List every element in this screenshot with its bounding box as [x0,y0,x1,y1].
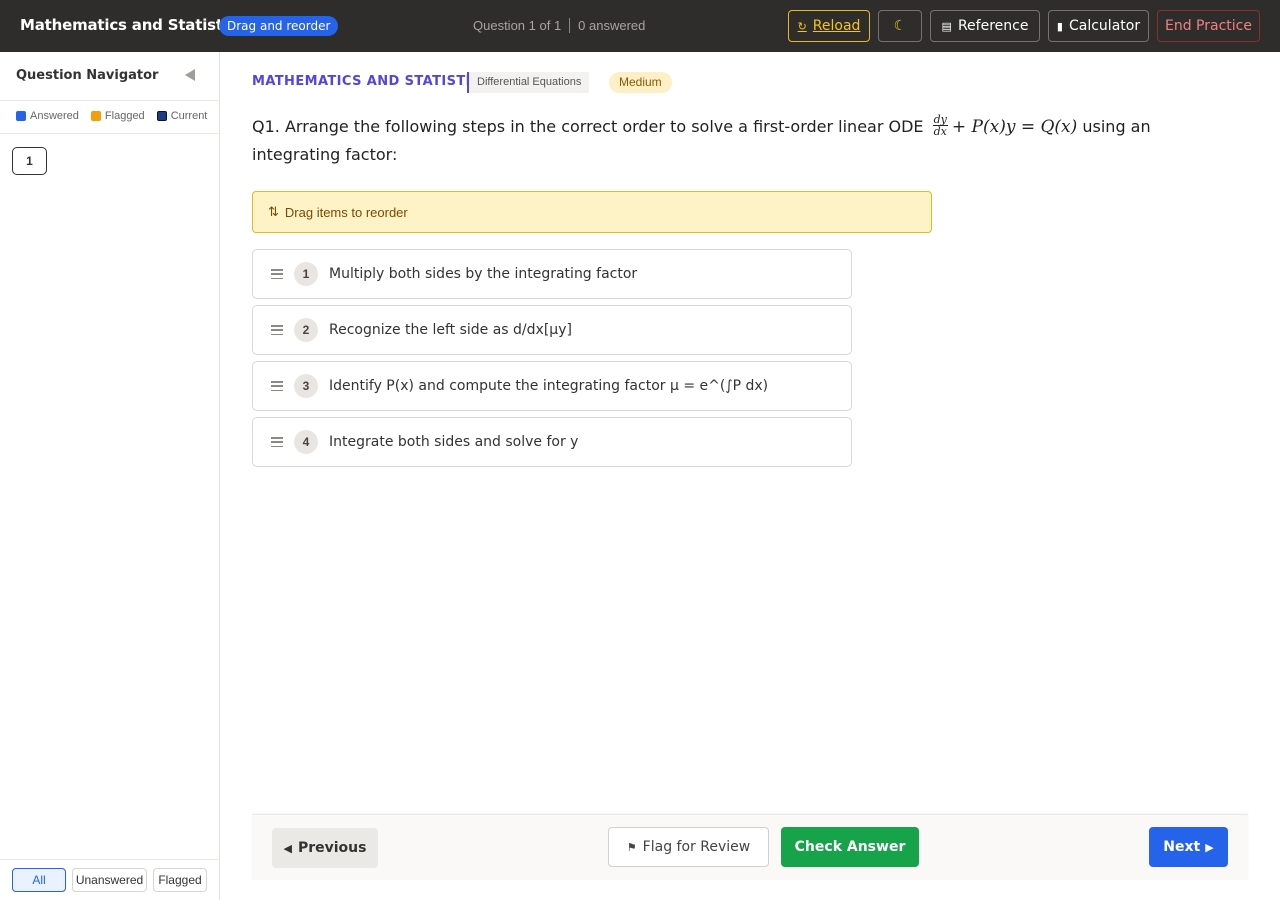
reorder-item[interactable]: 2 Recognize the left side as d/dx[μy] [252,305,852,355]
calculator-icon: ▮ [1056,19,1063,33]
item-index: 4 [294,430,318,454]
calculator-label: Calculator [1068,18,1141,34]
equation-text: + P(x)y = Q(x) [951,117,1078,137]
filter-all-button[interactable]: All [12,868,66,892]
reload-label: Reload [812,18,861,34]
flagged-swatch [90,111,101,121]
collapse-icon[interactable] [185,69,195,81]
check-answer-button[interactable]: Check Answer [781,827,919,867]
previous-button[interactable]: ◀ Previous [272,828,378,868]
divider [0,100,219,101]
theme-toggle-button[interactable]: ☾ [878,10,922,42]
top-bar: Mathematics and Statistics Drag and reor… [0,0,1280,52]
arrow-right-icon: ▶ [1205,840,1214,854]
legend-flagged-label: Flagged [104,110,145,122]
filter-flagged-button[interactable]: Flagged [153,868,207,892]
reorder-icon: ⇅ [268,204,279,219]
filter-unanswered-button[interactable]: Unanswered [72,868,147,892]
legend-answered-label: Answered [30,110,79,122]
item-text: Recognize the left side as d/dx[μy] [329,322,572,338]
divider [0,859,219,860]
status-divider [569,18,571,33]
legend-flagged: Flagged [90,110,145,122]
derivative-fraction: dy dx [932,114,948,138]
question-counter: Question 1 of 1 [473,18,562,33]
item-index: 1 [294,262,318,286]
item-text: Identify P(x) and compute the integratin… [329,378,769,394]
flag-label: Flag for Review [642,839,751,855]
next-button[interactable]: Next ▶ [1149,827,1228,867]
hint-text: Drag items to reorder [284,204,408,220]
legend-answered: Answered [16,110,79,122]
calculator-button[interactable]: ▮ Calculator [1048,10,1149,42]
drag-handle-icon[interactable] [271,325,283,335]
previous-label: Previous [297,840,367,856]
item-index: 2 [294,318,318,342]
fraction-denominator: dx [933,125,947,138]
legend-current-label: Current [170,110,208,122]
question-text: Q1. Arrange the following steps in the c… [252,113,1212,168]
book-icon: ▤ [941,19,952,33]
drag-hint: ⇅ Drag items to reorder [252,191,932,233]
current-swatch [156,111,167,121]
question-status: Question 1 of 1 0 answered [473,18,645,33]
next-label: Next [1163,839,1201,855]
answered-count: 0 answered [578,18,646,33]
reorder-item[interactable]: 4 Integrate both sides and solve for y [252,417,852,467]
reload-button[interactable]: ↻ Reload [788,10,870,42]
drag-handle-icon[interactable] [271,437,283,447]
navigator-title: Question Navigator [16,68,159,83]
question-prefix: Q1. Arrange the following steps in the c… [252,117,924,136]
item-text: Integrate both sides and solve for y [329,434,579,450]
reorder-item[interactable]: 3 Identify P(x) and compute the integrat… [252,361,852,411]
legend-current: Current [156,110,208,122]
mode-badge: Drag and reorder [219,16,339,36]
item-index: 3 [294,374,318,398]
flag-icon: ⚑ [626,840,637,854]
end-practice-button[interactable]: End Practice [1157,10,1260,42]
app-title: Mathematics and Statistics [20,16,246,34]
drag-handle-icon[interactable] [271,381,283,391]
divider [0,133,219,134]
item-text: Multiply both sides by the integrating f… [329,266,638,282]
moon-icon: ☾ [893,18,907,34]
status-legend: Answered Flagged Current [16,110,207,122]
difficulty-badge: Medium [609,72,672,93]
drag-handle-icon[interactable] [271,269,283,279]
reload-icon: ↻ [797,19,807,33]
reference-button[interactable]: ▤ Reference [930,10,1040,42]
reorder-item[interactable]: 1 Multiply both sides by the integrating… [252,249,852,299]
answered-swatch [16,111,26,121]
arrow-left-icon: ◀ [283,841,292,855]
question-nav-button[interactable]: 1 [12,147,47,175]
flag-for-review-button[interactable]: ⚑ Flag for Review [608,827,769,867]
subject-label: MATHEMATICS AND STATISTICS [252,74,491,89]
reference-label: Reference [957,18,1029,34]
topic-tag: Differential Equations [467,72,590,93]
question-navigator: Question Navigator Answered Flagged Curr… [0,52,220,900]
